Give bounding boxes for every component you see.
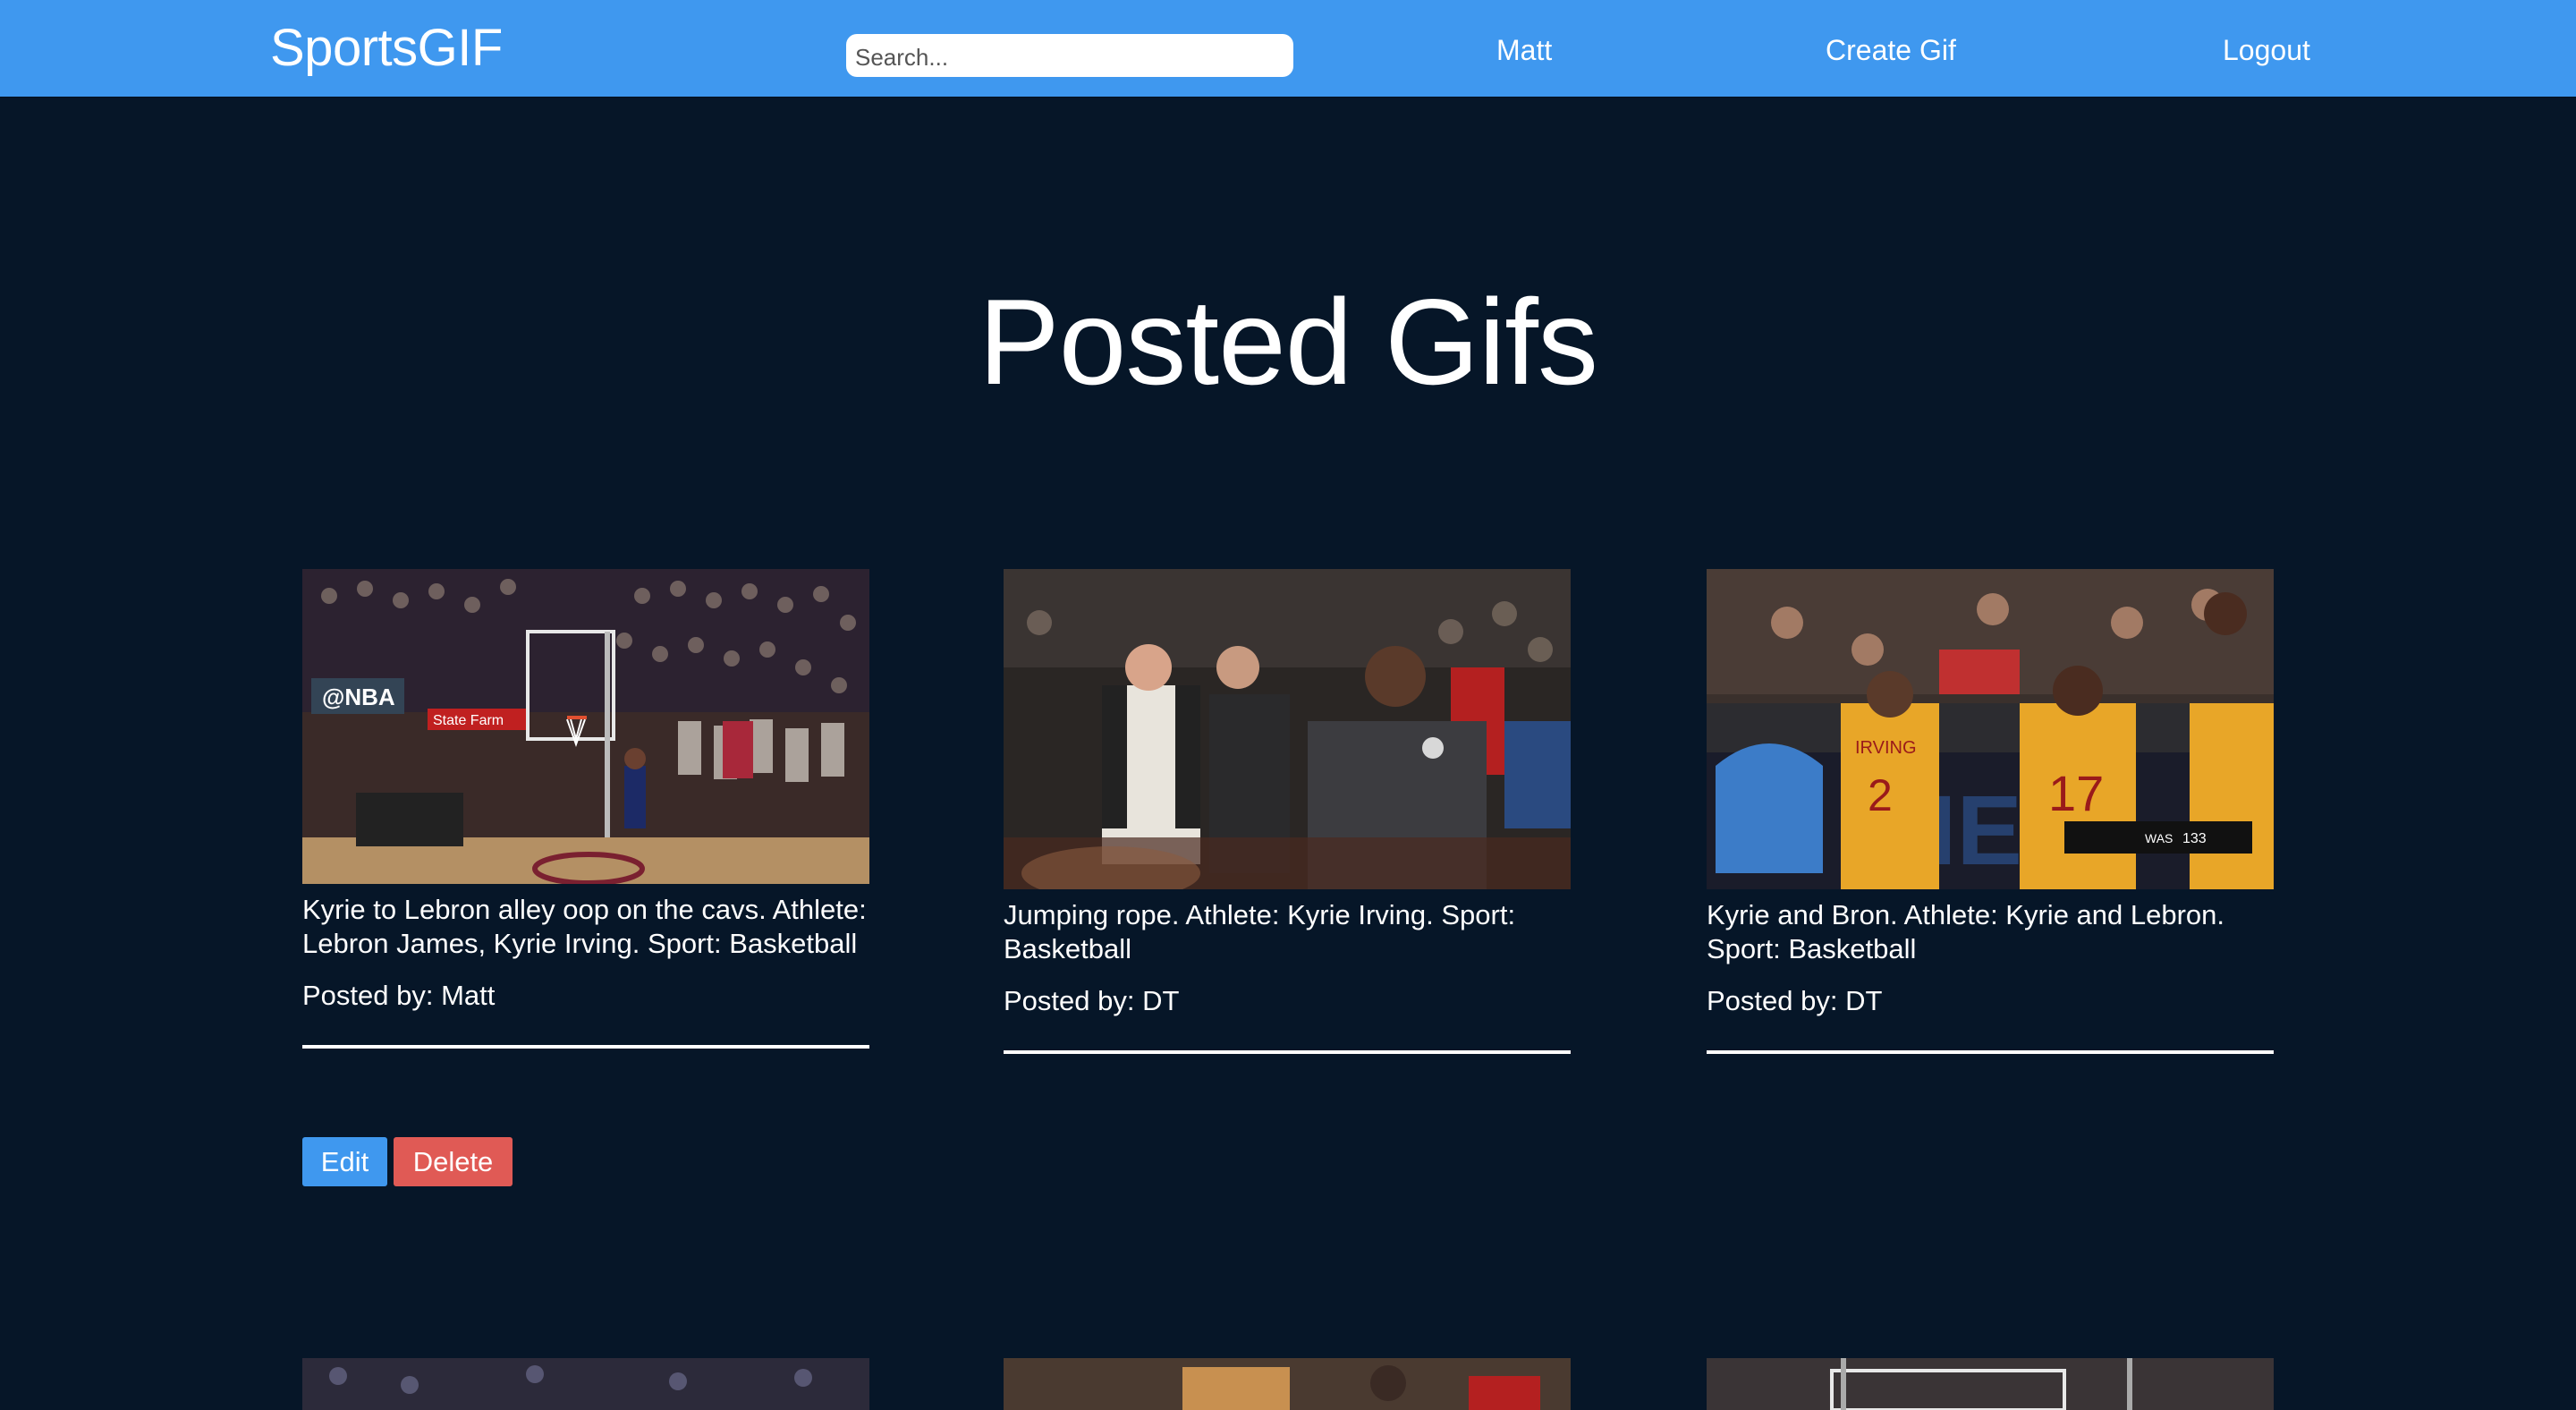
- thumb-jersey-num-1: 2: [1868, 770, 1893, 820]
- gif-caption: Kyrie and Bron. Athlete: Kyrie and Lebro…: [1707, 899, 2225, 964]
- edit-button[interactable]: Edit: [302, 1137, 387, 1186]
- gif-thumbnail[interactable]: [1707, 1358, 2274, 1410]
- gif-image: [1707, 1358, 2274, 1410]
- gif-card: @NBA State Farm Kyrie to Lebron alley oo…: [302, 569, 869, 1049]
- card-divider: [302, 1045, 869, 1049]
- thumb-statefarm-text: State Farm: [433, 713, 504, 728]
- gif-thumbnail[interactable]: [1004, 1358, 1571, 1410]
- page-title: Posted Gifs: [979, 274, 1598, 410]
- gif-image: [302, 1358, 869, 1410]
- thumb-jersey-num-2: 17: [2048, 765, 2104, 821]
- gif-image: NEX IRVING 2 17 WAS 133: [1707, 569, 2274, 889]
- nav-logout-link[interactable]: Logout: [2223, 32, 2310, 68]
- gif-image: @NBA State Farm: [302, 569, 869, 884]
- gif-thumbnail[interactable]: [302, 1358, 869, 1410]
- nav-create-gif-link[interactable]: Create Gif: [1826, 32, 1956, 68]
- gif-posted-by: Posted by: DT: [1707, 985, 1883, 1016]
- thumb-score-team: WAS: [2145, 831, 2173, 845]
- thumb-score-value: 133: [2182, 831, 2207, 846]
- gif-caption: Kyrie to Lebron alley oop on the cavs. A…: [302, 894, 867, 959]
- card-divider: [1004, 1050, 1571, 1054]
- search-input[interactable]: [846, 34, 1293, 77]
- thumb-jersey-name: IRVING: [1855, 738, 1917, 758]
- gif-image: [1004, 1358, 1571, 1410]
- gif-image: [1004, 569, 1571, 889]
- gif-posted-by: Posted by: Matt: [302, 980, 496, 1011]
- gif-thumbnail[interactable]: NEX IRVING 2 17 WAS 133: [1707, 569, 2274, 889]
- thumb-nba-text: @NBA: [322, 684, 395, 710]
- gif-caption: Jumping rope. Athlete: Kyrie Irving. Spo…: [1004, 899, 1516, 964]
- card-divider: [1707, 1050, 2274, 1054]
- gif-thumbnail[interactable]: @NBA State Farm: [302, 569, 869, 884]
- gif-posted-by: Posted by: DT: [1004, 985, 1180, 1016]
- gif-card: NEX IRVING 2 17 WAS 133 Kyrie and Bron. …: [1707, 569, 2274, 1054]
- brand-logo[interactable]: SportsGIF: [270, 14, 503, 82]
- gif-thumbnail[interactable]: [1004, 569, 1571, 889]
- delete-button[interactable]: Delete: [394, 1137, 513, 1186]
- gif-card: Jumping rope. Athlete: Kyrie Irving. Spo…: [1004, 569, 1571, 1054]
- navbar: SportsGIF Matt Create Gif Logout: [0, 0, 2576, 97]
- nav-user-link[interactable]: Matt: [1496, 32, 1552, 68]
